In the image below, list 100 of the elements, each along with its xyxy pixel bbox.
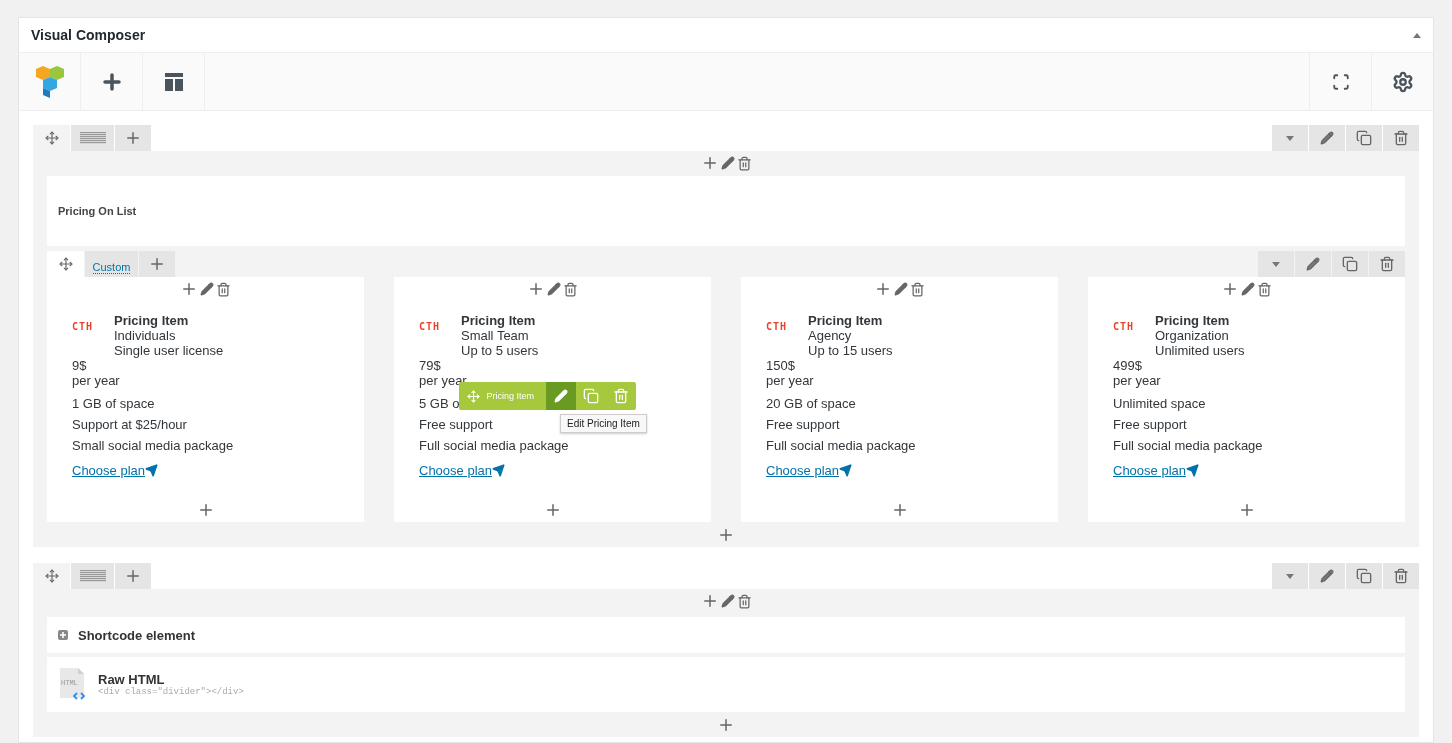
layout-lines-icon [79, 132, 106, 144]
paper-plane-icon [145, 464, 158, 477]
plan-description: Unlimited users [1155, 343, 1245, 358]
choose-plan-link[interactable]: Choose plan [419, 463, 505, 478]
copy-button[interactable] [1346, 563, 1382, 589]
pencil-icon [1241, 282, 1255, 296]
edit-button[interactable] [1295, 251, 1331, 277]
feature-text: Full social media package [419, 438, 569, 453]
edit-button[interactable] [1309, 563, 1345, 589]
item-title: Pricing Item [461, 313, 537, 328]
move-icon [44, 131, 59, 145]
choose-plan-link[interactable]: Choose plan [766, 463, 852, 478]
add-button[interactable] [115, 563, 151, 589]
add-button[interactable] [874, 280, 892, 298]
pencil-icon [894, 282, 908, 296]
layout-button[interactable] [71, 563, 114, 589]
feature-text: Free support [766, 417, 840, 432]
code-snippet: <div class="divider"></div> [98, 687, 244, 697]
collapse-toggle[interactable] [1413, 32, 1421, 38]
column-tab[interactable]: Custom [85, 251, 138, 277]
feature-text: Unlimited space [1113, 396, 1206, 411]
delete-button[interactable] [1383, 125, 1419, 151]
delete-button[interactable] [736, 155, 752, 171]
feature-text: 1 GB of space [72, 396, 155, 411]
copy-icon [1356, 568, 1372, 584]
price-period: per year [766, 373, 815, 388]
trash-icon [1393, 130, 1409, 146]
move-icon [58, 257, 73, 271]
feature-text: Free support [1113, 417, 1187, 432]
tooltip: Edit Pricing Item [560, 414, 647, 433]
edit-button[interactable] [894, 282, 908, 296]
add-button[interactable] [527, 280, 545, 298]
pencil-icon [720, 156, 735, 170]
edit-button[interactable] [720, 156, 735, 170]
plus-icon [874, 280, 892, 298]
plan-name: Agency [808, 328, 853, 343]
copy-icon [1342, 256, 1358, 272]
trash-icon [563, 281, 578, 297]
edit-button[interactable] [1241, 282, 1255, 296]
caret-icon [1286, 135, 1294, 141]
pencil-icon [1320, 131, 1334, 145]
choose-plan-link[interactable]: Choose plan [72, 463, 158, 478]
copy-icon [1356, 130, 1372, 146]
delete-button[interactable] [910, 281, 925, 297]
column-link[interactable]: Custom [92, 260, 131, 274]
pencil-icon [1320, 569, 1334, 583]
paper-plane-icon [492, 464, 505, 477]
edit-button[interactable] [1309, 125, 1345, 151]
options-button[interactable] [1272, 563, 1308, 589]
shortcode-icon [58, 630, 68, 640]
options-button[interactable] [1272, 125, 1308, 151]
delete-button[interactable] [1369, 251, 1405, 277]
item-title: Pricing Item [114, 313, 190, 328]
price-period: per year [1113, 373, 1162, 388]
edit-button[interactable] [200, 282, 214, 296]
price: 79$ [419, 358, 442, 373]
delete-button[interactable] [736, 593, 752, 609]
copy-icon [583, 388, 599, 404]
layout-lines-icon [79, 570, 106, 582]
delete-button[interactable] [1383, 563, 1419, 589]
caret-icon [1272, 261, 1280, 267]
trash-icon [736, 593, 752, 609]
feature-text: 20 GB of space [766, 396, 856, 411]
element-title: Raw HTML [98, 672, 166, 687]
element-title: Shortcode element [78, 627, 196, 643]
panel-title: Visual Composer [31, 27, 146, 43]
edit-button[interactable] [720, 594, 735, 608]
feature-text: Free support [419, 417, 493, 432]
trash-icon [216, 281, 231, 297]
add-button[interactable] [1221, 280, 1239, 298]
move-handle[interactable] [33, 563, 70, 589]
feature-text: Full social media package [1113, 438, 1263, 453]
choose-plan-link[interactable]: Choose plan [1113, 463, 1199, 478]
add-button[interactable] [180, 280, 198, 298]
trash-icon [1379, 256, 1395, 272]
plan-description: Up to 15 users [808, 343, 893, 358]
add-button[interactable] [115, 125, 151, 151]
plan-name: Organization [1155, 328, 1230, 343]
copy-button[interactable] [1346, 125, 1382, 151]
pencil-icon [547, 282, 561, 296]
delete-button[interactable] [1257, 281, 1272, 297]
item-title: Pricing Item [808, 313, 884, 328]
copy-button[interactable] [1332, 251, 1368, 277]
item-title: Pricing Item [1155, 313, 1231, 328]
move-handle[interactable] [47, 251, 84, 277]
delete-button[interactable] [563, 281, 578, 297]
logo: CTH [419, 320, 442, 334]
trash-icon [613, 388, 629, 404]
logo: CTH [1113, 320, 1136, 334]
delete-button[interactable] [216, 281, 231, 297]
pencil-icon [200, 282, 214, 296]
move-handle[interactable] [33, 125, 70, 151]
pencil-icon [720, 594, 735, 608]
edit-button[interactable] [547, 282, 561, 296]
plus-icon [124, 567, 142, 585]
price-period: per year [72, 373, 121, 388]
add-button[interactable] [139, 251, 175, 277]
layout-button[interactable] [71, 125, 114, 151]
move-icon [44, 569, 59, 583]
plus-icon [527, 280, 545, 298]
